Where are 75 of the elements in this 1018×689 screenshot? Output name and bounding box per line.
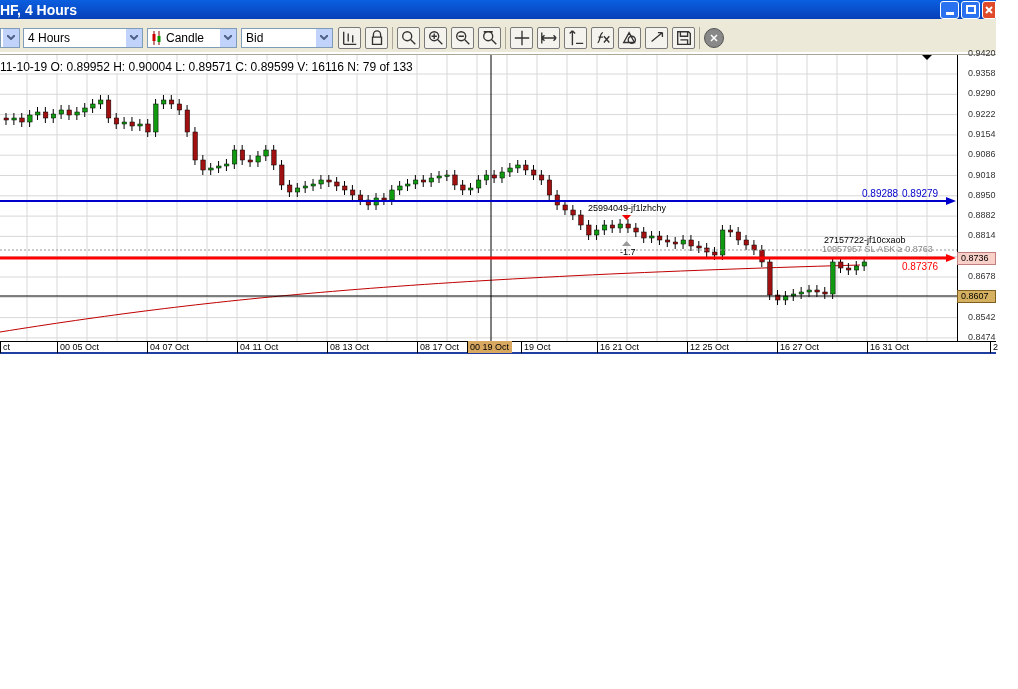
dropdown[interactable]: Candle: [147, 27, 237, 48]
time-label: 16 31 Oct: [867, 341, 910, 353]
axis-price-label: 0.9290: [967, 89, 996, 99]
dropdown[interactable]: 4 Hours: [23, 27, 143, 48]
time-label: ct: [0, 341, 10, 353]
window-title: HF, 4 Hours: [0, 2, 77, 17]
order-label: 10957957 SL ASK ≥ 0.8763: [822, 245, 933, 254]
axis-price-label: 0.8882: [967, 211, 996, 221]
time-label: 19 Oct: [521, 341, 551, 353]
time-label: 08 13 Oct: [327, 341, 370, 353]
floppy-disk-button[interactable]: [672, 26, 695, 49]
symbol-dropdown[interactable]: [0, 27, 20, 48]
axis-price-label: 0.9222: [967, 109, 996, 119]
crosshair-icon: [512, 28, 531, 47]
time-label: 12 25 Oct: [687, 341, 730, 353]
bar-chart-button[interactable]: [338, 26, 361, 49]
time-label: 08 17 Oct: [417, 341, 460, 353]
axis-price-label: 0.8542: [967, 312, 996, 322]
time-label: 00 19 Oct: [467, 341, 513, 353]
zoom-out-button[interactable]: [451, 26, 474, 49]
minimize-button[interactable]: [940, 0, 959, 19]
maximize-button[interactable]: [961, 0, 980, 19]
magnifier-icon: [399, 28, 418, 47]
line-price-label: 0.89288: [862, 189, 899, 199]
order-label: 27157722-jf10cxaob: [824, 236, 906, 245]
line-price-label: 0.89279: [902, 189, 939, 199]
zoom-in-button[interactable]: [424, 26, 447, 49]
minimize-icon: [945, 11, 954, 15]
close-icon: [710, 33, 718, 42]
buy-marker-icon: [622, 241, 631, 246]
axis-price-label: 0.8678: [967, 272, 996, 281]
candle-icon: [152, 30, 161, 45]
time-label: 04 07 Oct: [147, 341, 190, 353]
vertical-ruler-button[interactable]: [564, 26, 587, 49]
marker-icon: [922, 55, 932, 60]
close-chart-button[interactable]: [704, 27, 724, 48]
magnifier-button[interactable]: [397, 26, 420, 49]
zoom-out-icon: [453, 28, 472, 47]
time-label: 2: [990, 341, 998, 353]
time-label: 16 27 Oct: [777, 341, 820, 353]
maximize-icon: [965, 5, 976, 14]
time-label: 16 21 Oct: [597, 341, 640, 353]
function-button[interactable]: [591, 26, 614, 49]
axis-price-label: 0.8474: [967, 332, 996, 342]
caret-icon: [316, 28, 332, 47]
ohlc-readout: 11-10-19 O: 0.89952 H: 0.90004 L: 0.89571 C: 0.89599 V: 16116 N: 79 of 133: [0, 61, 413, 73]
caret-icon: [3, 28, 19, 47]
axis-price-label: 0.8950: [967, 190, 996, 200]
price-tag: 0.8607: [957, 290, 996, 303]
horizontal-arrows-button[interactable]: [537, 26, 560, 49]
close-icon: [985, 5, 993, 14]
order-label: 25994049-jf1lzhchy: [588, 204, 667, 213]
magnifier-icon: [480, 28, 499, 47]
axis-price-label: 0.9154: [967, 129, 996, 139]
crosshair-button[interactable]: [510, 26, 533, 49]
magnifier-button[interactable]: [478, 26, 501, 49]
shapes-button[interactable]: [618, 26, 641, 49]
lock-button[interactable]: [365, 26, 388, 49]
axis-price-label: 0.9086: [967, 150, 996, 160]
time-label: 04 11 Oct: [237, 341, 279, 353]
axis-price-label: 0.9018: [967, 170, 996, 180]
arrow-button[interactable]: [645, 26, 668, 49]
zoom-in-icon: [426, 28, 445, 47]
caret-icon: [126, 28, 142, 47]
price-tag: 0.8736: [957, 252, 996, 265]
close-button[interactable]: [982, 0, 996, 19]
line-price-label: 0.87376: [902, 262, 939, 272]
axis-price-label: 0.9358: [967, 69, 996, 78]
order-label: -1.7: [620, 248, 636, 257]
time-label: 00 05 Oct: [57, 341, 100, 353]
axis-price-label: 0.8814: [967, 231, 996, 241]
sell-marker-icon: [622, 215, 631, 220]
axis-price-label: 0.9420: [967, 48, 996, 58]
dropdown[interactable]: Bid: [241, 27, 333, 48]
caret-icon: [220, 28, 236, 47]
